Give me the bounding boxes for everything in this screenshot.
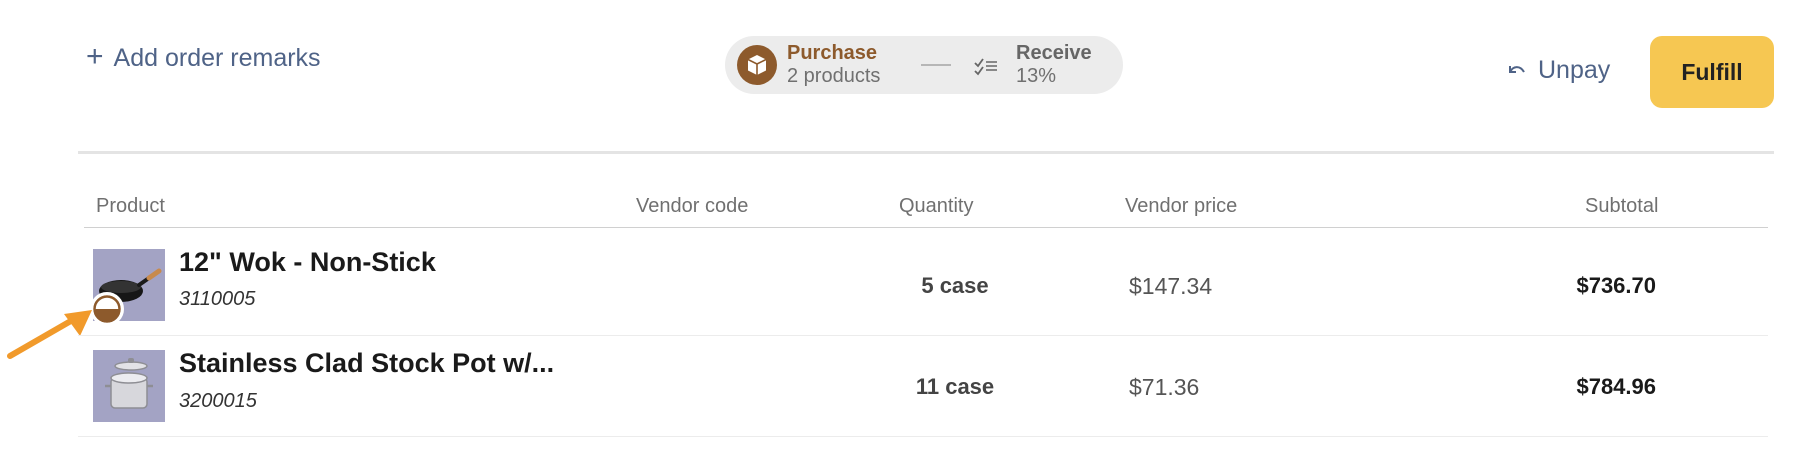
product-name[interactable]: 12" Wok - Non-Stick (179, 247, 436, 278)
row-divider (78, 436, 1768, 437)
order-progress-stepper: Purchase 2 products Receive 13% (725, 36, 1123, 94)
column-header-product: Product (96, 195, 165, 217)
unpay-button[interactable]: Unpay (1506, 56, 1610, 85)
product-sku: 3110005 (179, 288, 256, 310)
quantity-value[interactable]: 11 case (885, 374, 1025, 400)
product-sku: 3200015 (179, 390, 257, 412)
subtotal-value: $784.96 (1576, 374, 1656, 399)
table-header-divider (84, 227, 1768, 228)
column-header-vendor-price: Vendor price (1125, 195, 1238, 217)
add-order-remarks-button[interactable]: + Add order remarks (86, 40, 321, 73)
fulfill-button[interactable]: Fulfill (1650, 36, 1774, 108)
undo-icon (1509, 65, 1525, 73)
unpay-label: Unpay (1538, 56, 1611, 84)
subtotal-value: $736.70 (1576, 273, 1656, 298)
divider (78, 151, 1774, 154)
stock-pot-image (93, 350, 165, 422)
vendor-price-value[interactable]: $147.34 (1129, 273, 1212, 300)
row-divider (78, 335, 1768, 336)
vendor-price-value[interactable]: $71.36 (1129, 374, 1199, 401)
column-header-vendor-code: Vendor code (636, 195, 749, 217)
step-receive-subtitle: 13% (1016, 65, 1057, 87)
step-purchase-title: Purchase (787, 42, 878, 64)
column-header-subtotal: Subtotal (1585, 195, 1659, 217)
step-receive-title: Receive (1016, 42, 1092, 64)
step-purchase-subtitle: 2 products (787, 65, 881, 87)
step-connector (921, 64, 951, 66)
add-order-remarks-label: Add order remarks (113, 44, 321, 72)
annotation-arrow-icon (7, 310, 92, 359)
product-name[interactable]: Stainless Clad Stock Pot w/... (179, 348, 554, 379)
plus-icon: + (86, 40, 104, 73)
box-icon (737, 45, 777, 85)
checklist-icon (974, 58, 997, 76)
quantity-value[interactable]: 5 case (885, 273, 1025, 299)
column-header-quantity: Quantity (899, 195, 974, 217)
